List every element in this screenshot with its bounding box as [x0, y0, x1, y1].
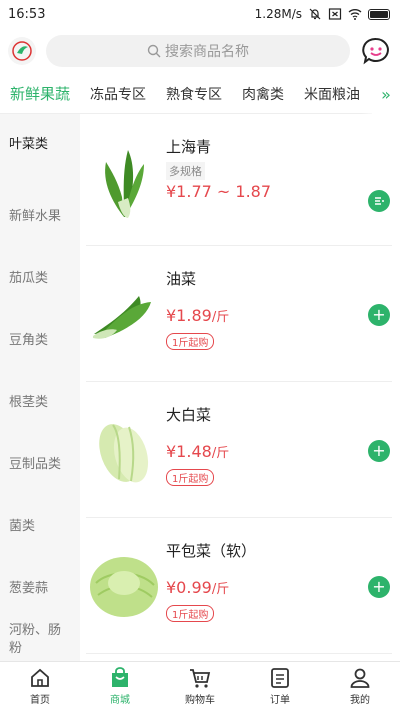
add-to-cart-button[interactable]: + — [368, 304, 390, 326]
status-time: 16:53 — [8, 6, 46, 22]
product-image — [86, 266, 162, 362]
sidebar-item-fruit[interactable]: 新鲜水果 — [0, 186, 80, 248]
product-name: 大白菜 — [166, 406, 212, 424]
plus-icon: + — [372, 441, 386, 460]
search-input[interactable]: 搜索商品名称 — [46, 35, 350, 67]
product-image — [86, 134, 162, 230]
nav-home[interactable]: 首页 — [0, 662, 80, 711]
nav-label: 购物车 — [185, 695, 215, 706]
nav-label: 首页 — [30, 695, 50, 706]
spec-tag: 多规格 — [166, 162, 205, 180]
product-card[interactable]: 大白菜 ¥1.48/斤 1斤起购 + — [86, 382, 392, 518]
select-spec-button[interactable] — [368, 190, 390, 212]
search-placeholder: 搜索商品名称 — [165, 44, 249, 60]
nav-label: 我的 — [350, 695, 370, 706]
product-price: ¥0.99/斤 — [166, 578, 230, 597]
product-name: 上海青 — [166, 138, 212, 156]
nav-orders[interactable]: 订单 — [240, 662, 320, 711]
order-list-icon — [271, 668, 289, 688]
product-name: 平包菜（软） — [166, 542, 257, 560]
shopping-bag-icon — [112, 667, 128, 687]
sidebar-item-melon[interactable]: 茄瓜类 — [0, 248, 80, 310]
app-logo — [8, 37, 36, 65]
add-to-cart-button[interactable]: + — [368, 576, 390, 598]
product-list: 上海青 多规格 ¥1.77 ~ 1.87 油菜 ¥1.89/斤 1斤起购 + 大… — [80, 114, 400, 661]
nav-cart[interactable]: 购物车 — [160, 662, 240, 711]
min-order-badge: 1斤起购 — [166, 605, 215, 622]
category-tabs: 新鲜果蔬 冻品专区 熟食专区 肉禽类 米面粮油 » — [0, 74, 400, 114]
user-icon — [350, 668, 370, 688]
main-content: 叶菜类 新鲜水果 茄瓜类 豆角类 根茎类 豆制品类 菌类 葱姜蒜 河粉、肠粉 上… — [0, 114, 400, 661]
customer-service-button[interactable] — [360, 35, 392, 67]
nav-label: 商城 — [110, 695, 130, 706]
sidebar-item-tofu[interactable]: 豆制品类 — [0, 434, 80, 496]
search-icon — [147, 44, 161, 58]
product-card[interactable]: 上海青 多规格 ¥1.77 ~ 1.87 — [86, 114, 392, 246]
product-price: ¥1.77 ~ 1.87 — [166, 182, 272, 201]
double-chevron-right-icon: » — [381, 84, 391, 104]
product-image — [86, 402, 162, 498]
tab-meat-poultry[interactable]: 肉禽类 — [242, 84, 284, 104]
min-order-badge: 1斤起购 — [166, 469, 215, 486]
network-speed: 1.28M/s — [254, 7, 302, 21]
add-to-cart-button[interactable]: + — [368, 440, 390, 462]
nav-profile[interactable]: 我的 — [320, 662, 400, 711]
spec-list-icon — [375, 197, 384, 205]
product-price: ¥1.89/斤 — [166, 306, 230, 325]
tab-deli[interactable]: 熟食专区 — [166, 84, 222, 104]
sidebar-item-leafy[interactable]: 叶菜类 — [0, 124, 80, 186]
sidebar-item-beans[interactable]: 豆角类 — [0, 310, 80, 372]
nav-label: 订单 — [270, 695, 290, 706]
tab-fresh-produce[interactable]: 新鲜果蔬 — [10, 83, 70, 104]
product-card[interactable]: 油菜 ¥1.89/斤 1斤起购 + — [86, 246, 392, 382]
bottom-nav: 首页 商城 购物车 订单 我的 — [0, 661, 400, 711]
sidebar-item-mushroom[interactable]: 菌类 — [0, 496, 80, 558]
status-bar: 16:53 1.28M/s — [0, 0, 400, 28]
tabs-more-button[interactable]: » — [372, 74, 400, 114]
sim-off-icon — [328, 8, 342, 20]
mute-bell-icon — [309, 8, 321, 20]
home-icon — [31, 668, 49, 687]
smile-chat-icon — [362, 37, 389, 65]
subcategory-sidebar: 叶菜类 新鲜水果 茄瓜类 豆角类 根茎类 豆制品类 菌类 葱姜蒜 河粉、肠粉 — [0, 114, 80, 661]
battery-icon — [368, 8, 390, 20]
sidebar-item-aromatics[interactable]: 葱姜蒜 — [0, 558, 80, 620]
product-name: 油菜 — [166, 270, 197, 288]
min-order-badge: 1斤起购 — [166, 333, 215, 350]
tab-rice-flour-oil[interactable]: 米面粮油 — [304, 84, 360, 104]
product-price: ¥1.48/斤 — [166, 442, 230, 461]
cart-icon — [190, 669, 211, 688]
header: 搜索商品名称 — [0, 28, 400, 74]
nav-mall[interactable]: 商城 — [80, 662, 160, 711]
tab-frozen[interactable]: 冻品专区 — [90, 84, 146, 104]
wifi-icon — [348, 9, 362, 20]
plus-icon: + — [372, 577, 386, 596]
plus-icon: + — [372, 305, 386, 324]
product-card[interactable]: 平包菜（软） ¥0.99/斤 1斤起购 + — [86, 518, 392, 654]
sidebar-item-roots[interactable]: 根茎类 — [0, 372, 80, 434]
product-image — [86, 538, 162, 634]
